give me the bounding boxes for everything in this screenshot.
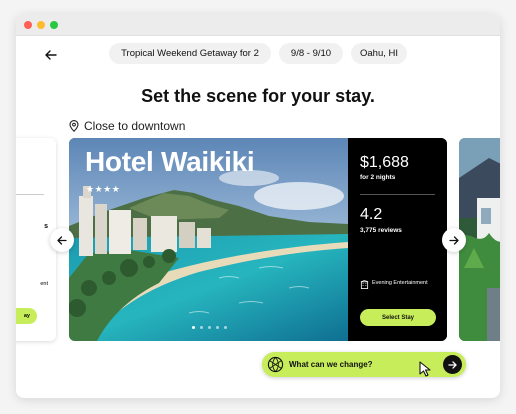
info-divider xyxy=(360,194,435,195)
previous-select-stay-button[interactable]: ay xyxy=(16,308,37,324)
change-prompt-bar[interactable]: What can we change? xyxy=(262,352,466,377)
pager-dot[interactable] xyxy=(208,326,211,329)
pager-dot[interactable] xyxy=(192,326,195,329)
hotel-star-rating: ★★★★ xyxy=(86,184,121,194)
card-divider xyxy=(16,194,44,195)
hotel-amenity: Evening Entertainment xyxy=(372,280,428,286)
image-pager[interactable] xyxy=(192,326,227,329)
hotel-price: $1,688 xyxy=(360,154,409,171)
previous-card-amenity: ent xyxy=(40,281,48,287)
back-button[interactable] xyxy=(40,44,62,66)
mouse-cursor-icon xyxy=(419,361,431,377)
building-icon xyxy=(360,280,369,289)
select-stay-button[interactable]: Select Stay xyxy=(360,309,436,326)
pager-dot[interactable] xyxy=(224,326,227,329)
minimize-window-button[interactable] xyxy=(37,21,45,29)
arrow-right-icon xyxy=(449,235,459,245)
trip-location-pill[interactable]: Oahu, HI xyxy=(351,43,407,64)
send-button[interactable] xyxy=(443,355,462,374)
hotel-rating: 4.2 xyxy=(360,206,383,223)
hotel-review-count: 3,775 reviews xyxy=(360,227,402,234)
location-tag-label: Close to downtown xyxy=(84,119,186,133)
close-window-button[interactable] xyxy=(24,21,32,29)
pager-dot[interactable] xyxy=(216,326,219,329)
maximize-window-button[interactable] xyxy=(50,21,58,29)
arrow-right-icon xyxy=(448,360,457,369)
map-pin-icon xyxy=(69,120,79,132)
prompt-text: What can we change? xyxy=(289,360,373,369)
hotel-name: Hotel Waikiki xyxy=(85,146,255,177)
carousel-next-button[interactable] xyxy=(442,228,466,252)
hotel-info-panel: $1,688 for 2 nights 4.2 3,775 reviews Ev… xyxy=(348,138,447,341)
app-window: Tropical Weekend Getaway for 2 9/8 - 9/1… xyxy=(16,14,500,398)
arrow-left-icon xyxy=(45,50,57,60)
hotel-price-subtext: for 2 nights xyxy=(360,174,396,181)
trip-title-pill[interactable]: Tropical Weekend Getaway for 2 xyxy=(109,43,271,64)
carousel-prev-button[interactable] xyxy=(50,228,74,252)
arrow-left-icon xyxy=(57,235,67,245)
hotel-card: Hotel Waikiki ★★★★ $1,688 for 2 nights 4… xyxy=(69,138,447,341)
title-bar xyxy=(16,14,500,36)
pager-dot[interactable] xyxy=(200,326,203,329)
previous-card-text: s xyxy=(44,223,48,230)
location-tag: Close to downtown xyxy=(69,119,185,133)
page-title: Set the scene for your stay. xyxy=(141,86,375,106)
globe-icon xyxy=(267,356,284,373)
trip-dates-pill[interactable]: 9/8 - 9/10 xyxy=(279,43,343,64)
